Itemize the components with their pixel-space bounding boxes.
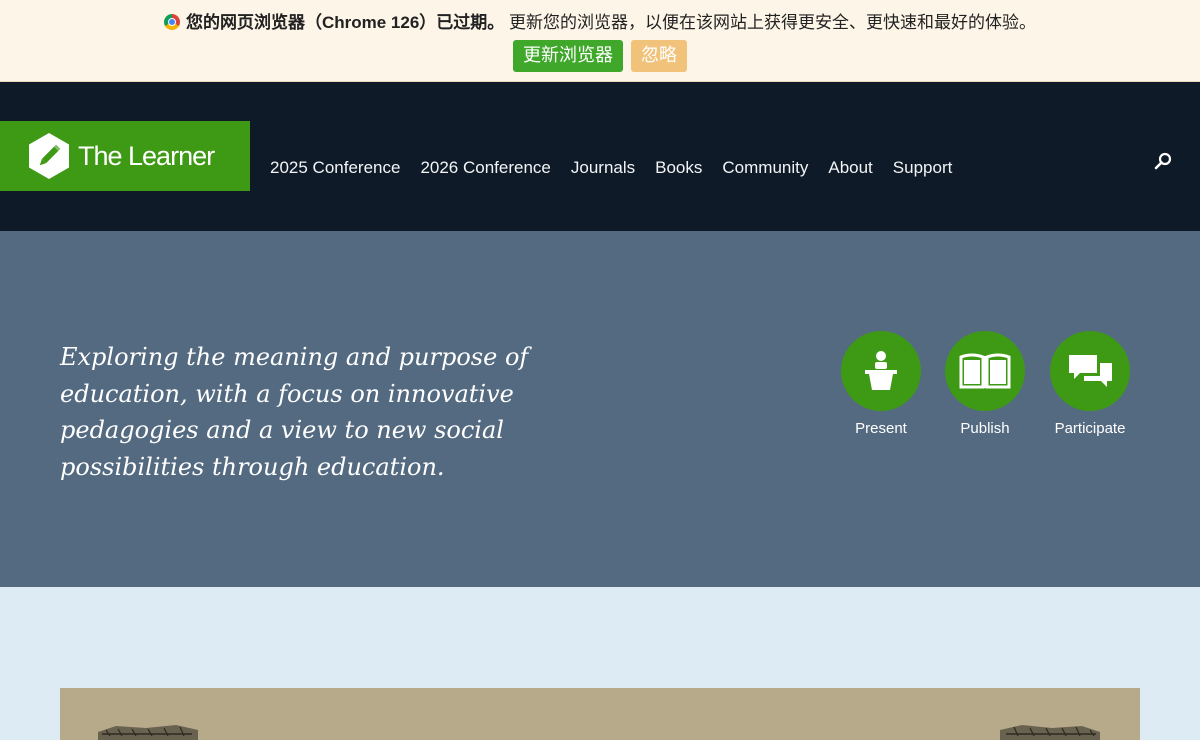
- podium-icon: [865, 351, 897, 390]
- hero-tagline: Exploring the meaning and purpose of edu…: [60, 343, 529, 481]
- open-book-icon: [959, 353, 1011, 389]
- nav-item-books[interactable]: Books: [645, 157, 712, 179]
- nav-item-about[interactable]: About: [818, 157, 882, 179]
- site-header: The Learner 2025 Conference 2026 Conferen…: [0, 82, 1200, 231]
- present-action[interactable]: Present: [829, 331, 933, 438]
- banner-message: 更新您的浏览器，以便在该网站上获得更安全、更快速和最好的体验。: [509, 13, 1037, 32]
- banner-message-line: 您的网页浏览器（Chrome 126）已过期。 更新您的浏览器，以便在该网站上获…: [0, 11, 1200, 35]
- participate-circle[interactable]: [1050, 331, 1130, 411]
- feature-image: [60, 688, 1140, 740]
- search-icon[interactable]: [1154, 152, 1172, 170]
- ornament-right: [1000, 725, 1100, 740]
- present-circle[interactable]: [841, 331, 921, 411]
- publish-action[interactable]: Publish: [933, 331, 1037, 438]
- nav-item-journals[interactable]: Journals: [561, 157, 645, 179]
- pencil-hexagon-icon: [29, 133, 69, 179]
- chrome-icon: [163, 14, 180, 30]
- logo-text: The Learner: [78, 141, 215, 171]
- main-menu: 2025 Conference 2026 Conference Journals Bo…: [260, 157, 962, 179]
- ignore-button[interactable]: 忽略: [631, 40, 687, 72]
- banner-buttons: 更新浏览器 忽略: [0, 40, 1200, 72]
- participate-label: Participate: [1054, 420, 1126, 437]
- update-browser-button[interactable]: 更新浏览器: [513, 40, 623, 72]
- nav-item-community[interactable]: Community: [712, 157, 818, 179]
- nav-item-support[interactable]: Support: [883, 157, 963, 179]
- participate-action[interactable]: Participate: [1038, 331, 1142, 438]
- publish-circle[interactable]: [945, 331, 1025, 411]
- ornament-left: [98, 725, 198, 740]
- chat-bubbles-icon: [1069, 355, 1112, 387]
- nav-item-2026-conference[interactable]: 2026 Conference: [410, 157, 560, 179]
- present-label: Present: [855, 420, 907, 437]
- outdated-browser-banner: 您的网页浏览器（Chrome 126）已过期。 更新您的浏览器，以便在该网站上获…: [0, 0, 1200, 82]
- banner-bold-text: 您的网页浏览器（Chrome 126）已过期。: [185, 13, 505, 32]
- site-logo[interactable]: The Learner: [0, 121, 250, 191]
- hero-section: Exploring the meaning and purpose of edu…: [0, 231, 1200, 587]
- publish-label: Publish: [960, 420, 1010, 437]
- nav-item-2025-conference[interactable]: 2025 Conference: [260, 157, 410, 179]
